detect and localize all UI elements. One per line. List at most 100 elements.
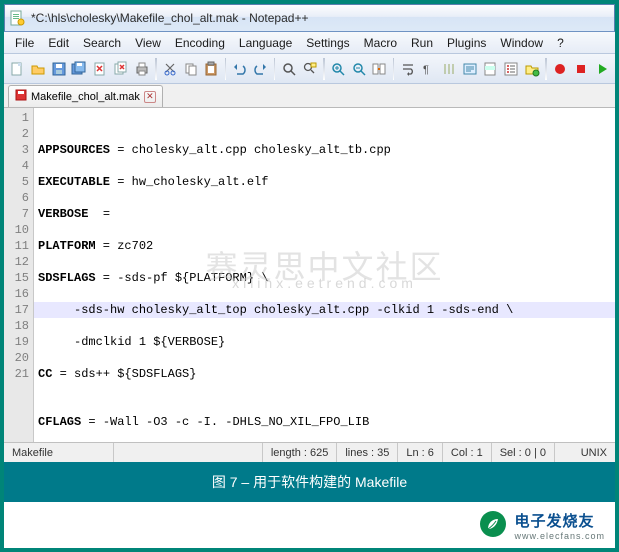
print-icon[interactable] xyxy=(132,58,151,80)
line-number: 7 xyxy=(4,206,29,222)
line-number: 18 xyxy=(4,318,29,334)
new-file-icon[interactable] xyxy=(8,58,27,80)
file-tab[interactable]: Makefile_chol_alt.mak ✕ xyxy=(8,85,163,107)
line-number: 20 xyxy=(4,350,29,366)
window-title: *C:\hls\cholesky\Makefile_chol_alt.mak -… xyxy=(31,11,308,25)
doc-map-icon[interactable] xyxy=(481,58,500,80)
indent-guide-icon[interactable] xyxy=(440,58,459,80)
toolbar-separator xyxy=(225,58,227,80)
status-ln: Ln : 6 xyxy=(398,443,443,462)
menu-help[interactable]: ? xyxy=(550,34,571,52)
footer: 电子发烧友 www.elecfans.com xyxy=(4,502,615,548)
code-line: -dmclkid 1 ${VERBOSE} xyxy=(38,334,611,350)
status-lines: lines : 35 xyxy=(337,443,398,462)
code-line: APPSOURCES = cholesky_alt.cpp cholesky_a… xyxy=(38,142,611,158)
caption-text: 图 7 – 用于软件构建的 Makefile xyxy=(212,472,407,492)
menu-macro[interactable]: Macro xyxy=(357,34,404,52)
open-file-icon[interactable] xyxy=(29,58,48,80)
show-all-chars-icon[interactable]: ¶ xyxy=(419,58,438,80)
code-line: PLATFORM = zc702 xyxy=(38,238,611,254)
menu-file[interactable]: File xyxy=(8,34,41,52)
figure-caption: 图 7 – 用于软件构建的 Makefile xyxy=(4,462,615,502)
svg-text:¶: ¶ xyxy=(423,64,429,76)
line-number: 11 xyxy=(4,238,29,254)
zoom-in-icon[interactable] xyxy=(329,58,348,80)
func-list-icon[interactable] xyxy=(502,58,521,80)
line-number: 15 xyxy=(4,270,29,286)
line-number: 10 xyxy=(4,222,29,238)
disk-icon xyxy=(15,89,27,104)
file-tab-label: Makefile_chol_alt.mak xyxy=(31,91,140,103)
tab-bar: Makefile_chol_alt.mak ✕ xyxy=(4,84,615,108)
code-line: EXECUTABLE = hw_cholesky_alt.elf xyxy=(38,174,611,190)
line-number: 6 xyxy=(4,190,29,206)
status-eol: UNIX xyxy=(555,443,615,462)
footer-text: 电子发烧友 www.elecfans.com xyxy=(514,510,605,541)
leaf-logo-icon xyxy=(478,509,508,542)
code-line: CC = sds++ ${SDSFLAGS} xyxy=(38,366,611,382)
stop-macro-icon[interactable] xyxy=(572,58,591,80)
redo-icon[interactable] xyxy=(251,58,270,80)
status-language: Makefile xyxy=(4,443,114,462)
menu-encoding[interactable]: Encoding xyxy=(168,34,232,52)
footer-url: www.elecfans.com xyxy=(514,531,605,541)
save-all-icon[interactable] xyxy=(70,58,89,80)
toolbar-separator xyxy=(274,58,276,80)
find-icon[interactable] xyxy=(279,58,298,80)
line-number: 2 xyxy=(4,126,29,142)
paste-icon[interactable] xyxy=(202,58,221,80)
line-number: 19 xyxy=(4,334,29,350)
line-number: 16 xyxy=(4,286,29,302)
line-number: 4 xyxy=(4,158,29,174)
line-number: 1 xyxy=(4,110,29,126)
status-length: length : 625 xyxy=(263,443,338,462)
line-number: 5 xyxy=(4,174,29,190)
line-number: 17 xyxy=(4,302,29,318)
code-area[interactable]: 赛灵思中文社区xilinx.eetrend.com APPSOURCES = c… xyxy=(34,108,615,442)
line-number: 12 xyxy=(4,254,29,270)
app-icon xyxy=(9,10,25,26)
record-macro-icon[interactable] xyxy=(551,58,570,80)
wordwrap-icon[interactable] xyxy=(398,58,417,80)
user-lang-icon[interactable] xyxy=(460,58,479,80)
close-tab-icon[interactable]: ✕ xyxy=(144,91,156,103)
toolbar-separator xyxy=(323,58,325,80)
status-bar: Makefile length : 625 lines : 35 Ln : 6 … xyxy=(4,442,615,462)
line-number: 3 xyxy=(4,142,29,158)
code-line-active: -sds-hw cholesky_alt_top cholesky_alt.cp… xyxy=(34,302,615,318)
undo-icon[interactable] xyxy=(230,58,249,80)
code-line: SDSFLAGS = -sds-pf ${PLATFORM} \ xyxy=(38,270,611,286)
status-sel: Sel : 0 | 0 xyxy=(492,443,555,462)
close-file-icon[interactable] xyxy=(91,58,110,80)
toolbar: ¶ xyxy=(4,54,615,84)
toolbar-separator xyxy=(393,58,395,80)
menu-window[interactable]: Window xyxy=(493,34,550,52)
folder-view-icon[interactable] xyxy=(523,58,542,80)
menu-bar: File Edit Search View Encoding Language … xyxy=(4,32,615,54)
save-icon[interactable] xyxy=(49,58,68,80)
cut-icon[interactable] xyxy=(161,58,180,80)
menu-language[interactable]: Language xyxy=(232,34,299,52)
zoom-out-icon[interactable] xyxy=(349,58,368,80)
line-number-gutter: 1 2 3 4 5 6 7 10 11 12 15 16 17 18 19 20… xyxy=(4,108,34,442)
code-line: CFLAGS = -Wall -O3 -c -I. -DHLS_NO_XIL_F… xyxy=(38,414,611,430)
window-titlebar: *C:\hls\cholesky\Makefile_chol_alt.mak -… xyxy=(4,4,615,32)
menu-settings[interactable]: Settings xyxy=(299,34,356,52)
toolbar-separator xyxy=(155,58,157,80)
copy-icon[interactable] xyxy=(181,58,200,80)
menu-run[interactable]: Run xyxy=(404,34,440,52)
editor-area[interactable]: 1 2 3 4 5 6 7 10 11 12 15 16 17 18 19 20… xyxy=(4,108,615,442)
code-line: VERBOSE = xyxy=(38,206,611,222)
close-all-icon[interactable] xyxy=(112,58,131,80)
line-number: 21 xyxy=(4,366,29,382)
replace-icon[interactable] xyxy=(300,58,319,80)
sync-scroll-icon[interactable] xyxy=(370,58,389,80)
menu-view[interactable]: View xyxy=(128,34,168,52)
menu-search[interactable]: Search xyxy=(76,34,128,52)
menu-plugins[interactable]: Plugins xyxy=(440,34,493,52)
play-macro-icon[interactable] xyxy=(592,58,611,80)
toolbar-separator xyxy=(545,58,547,80)
footer-brand: 电子发烧友 xyxy=(514,510,605,531)
menu-edit[interactable]: Edit xyxy=(41,34,76,52)
status-col: Col : 1 xyxy=(443,443,492,462)
